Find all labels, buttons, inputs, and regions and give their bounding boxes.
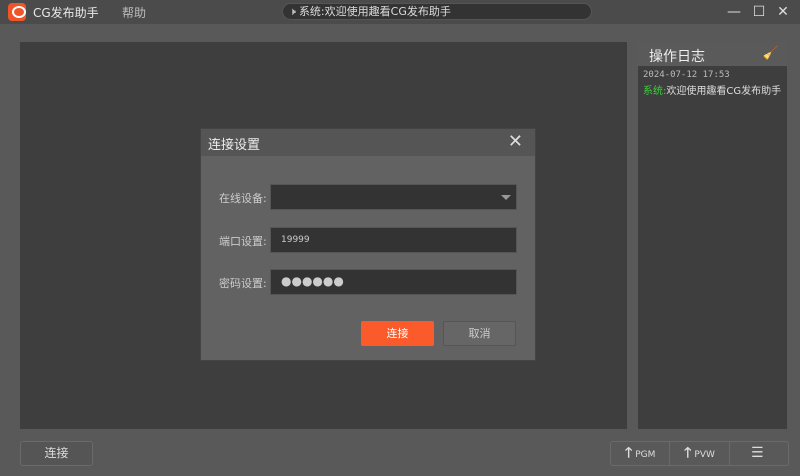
dialog-close-icon[interactable]: ✕ bbox=[508, 131, 523, 152]
port-row: 端口设置: 19999 bbox=[201, 227, 537, 253]
password-label: 密码设置: bbox=[219, 277, 267, 290]
password-input[interactable]: ●●●●●● bbox=[270, 269, 517, 295]
log-header: 操作日志 🧹 bbox=[638, 42, 787, 66]
chevron-down-icon bbox=[501, 195, 511, 200]
port-label: 端口设置: bbox=[219, 235, 267, 248]
log-panel: 操作日志 🧹 2024-07-12 17:53 系统:欢迎使用趣看CG发布助手 bbox=[638, 42, 787, 429]
log-entry: 系统:欢迎使用趣看CG发布助手 bbox=[638, 80, 787, 97]
log-message: 欢迎使用趣看CG发布助手 bbox=[666, 86, 782, 97]
menu-help[interactable]: 帮助 bbox=[122, 4, 146, 21]
pvw-button[interactable]: 🡑 PVW bbox=[670, 442, 730, 465]
device-label: 在线设备: bbox=[219, 192, 267, 205]
speaker-icon: 🕨 bbox=[289, 5, 296, 18]
connect-button[interactable]: 连接 bbox=[20, 441, 93, 466]
port-input[interactable]: 19999 bbox=[270, 227, 517, 253]
log-time: 2024-07-12 17:53 bbox=[643, 70, 730, 80]
dialog-cancel-button[interactable]: 取消 bbox=[443, 321, 516, 346]
close-button[interactable]: ✕ bbox=[773, 2, 793, 22]
dialog-connect-button[interactable]: 连接 bbox=[361, 321, 434, 346]
download-list-button[interactable]: ☰ bbox=[730, 442, 788, 465]
password-row: 密码设置: ●●●●●● bbox=[201, 269, 537, 295]
app-title: CG发布助手 bbox=[33, 6, 99, 20]
clear-log-broom-icon[interactable]: 🧹 bbox=[763, 46, 779, 61]
dialog-title: 连接设置 bbox=[208, 138, 261, 153]
notice-bar: 🕨 系统:欢迎使用趣看CG发布助手 bbox=[282, 3, 592, 20]
minimize-button[interactable]: — bbox=[724, 2, 744, 22]
dialog-header: 连接设置 ✕ bbox=[201, 129, 535, 156]
pgm-button[interactable]: 🡑 PGM bbox=[611, 442, 671, 465]
device-row: 在线设备: bbox=[201, 184, 537, 210]
log-title: 操作日志 bbox=[649, 49, 705, 65]
list-download-icon: ☰ bbox=[751, 445, 764, 461]
pvw-label: PVW bbox=[694, 450, 715, 460]
app-logo-icon bbox=[8, 3, 26, 21]
arrow-up-icon: 🡑 bbox=[624, 445, 633, 461]
log-source: 系统: bbox=[643, 86, 667, 97]
device-select[interactable] bbox=[270, 184, 517, 210]
maximize-button[interactable]: ☐ bbox=[749, 2, 769, 22]
pgm-label: PGM bbox=[635, 450, 656, 460]
title-bar: CG发布助手 帮助 🕨 系统:欢迎使用趣看CG发布助手 — ☐ ✕ bbox=[0, 0, 800, 24]
arrow-up-icon: 🡑 bbox=[684, 445, 692, 461]
notice-text: 系统:欢迎使用趣看CG发布助手 bbox=[298, 5, 451, 18]
connect-settings-dialog: 连接设置 ✕ 在线设备: 端口设置: 19999 密码设置: ●●●●●● 连接 … bbox=[200, 128, 536, 361]
output-button-group: 🡑 PGM 🡑 PVW ☰ bbox=[610, 441, 789, 466]
